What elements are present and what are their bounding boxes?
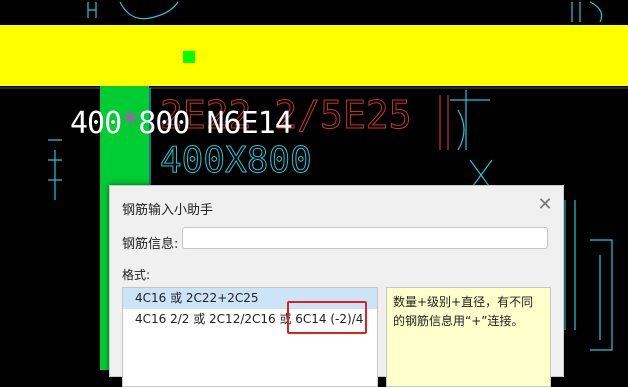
yellow-band <box>0 25 628 86</box>
close-icon[interactable]: ✕ <box>535 195 555 215</box>
rebar-info-input[interactable] <box>182 227 548 249</box>
annotation-suffix: 800 N6E14 <box>138 106 293 141</box>
column-annotation[interactable]: 400*800 N6E14 <box>70 106 293 141</box>
rebar-info-label: 钢筋信息: <box>122 237 179 252</box>
cad-label-400x800: 400X800 <box>160 140 312 181</box>
rebar-input-helper-dialog: 钢筋输入小助手 ✕ 钢筋信息: 格式: 4C16 或 2C22+2C25 4C1… <box>109 185 564 387</box>
format-label: 格式: <box>122 268 151 282</box>
annotation-highlight-box <box>287 301 367 334</box>
annotation-prefix: 400 <box>70 106 122 141</box>
dialog-title: 钢筋输入小助手 <box>122 203 214 218</box>
format-hint: 数量+级别+直径，有不同的钢筋信息用“+”连接。 <box>386 287 551 387</box>
annotation-star: * <box>121 106 139 141</box>
green-grip-marker[interactable] <box>183 51 195 63</box>
